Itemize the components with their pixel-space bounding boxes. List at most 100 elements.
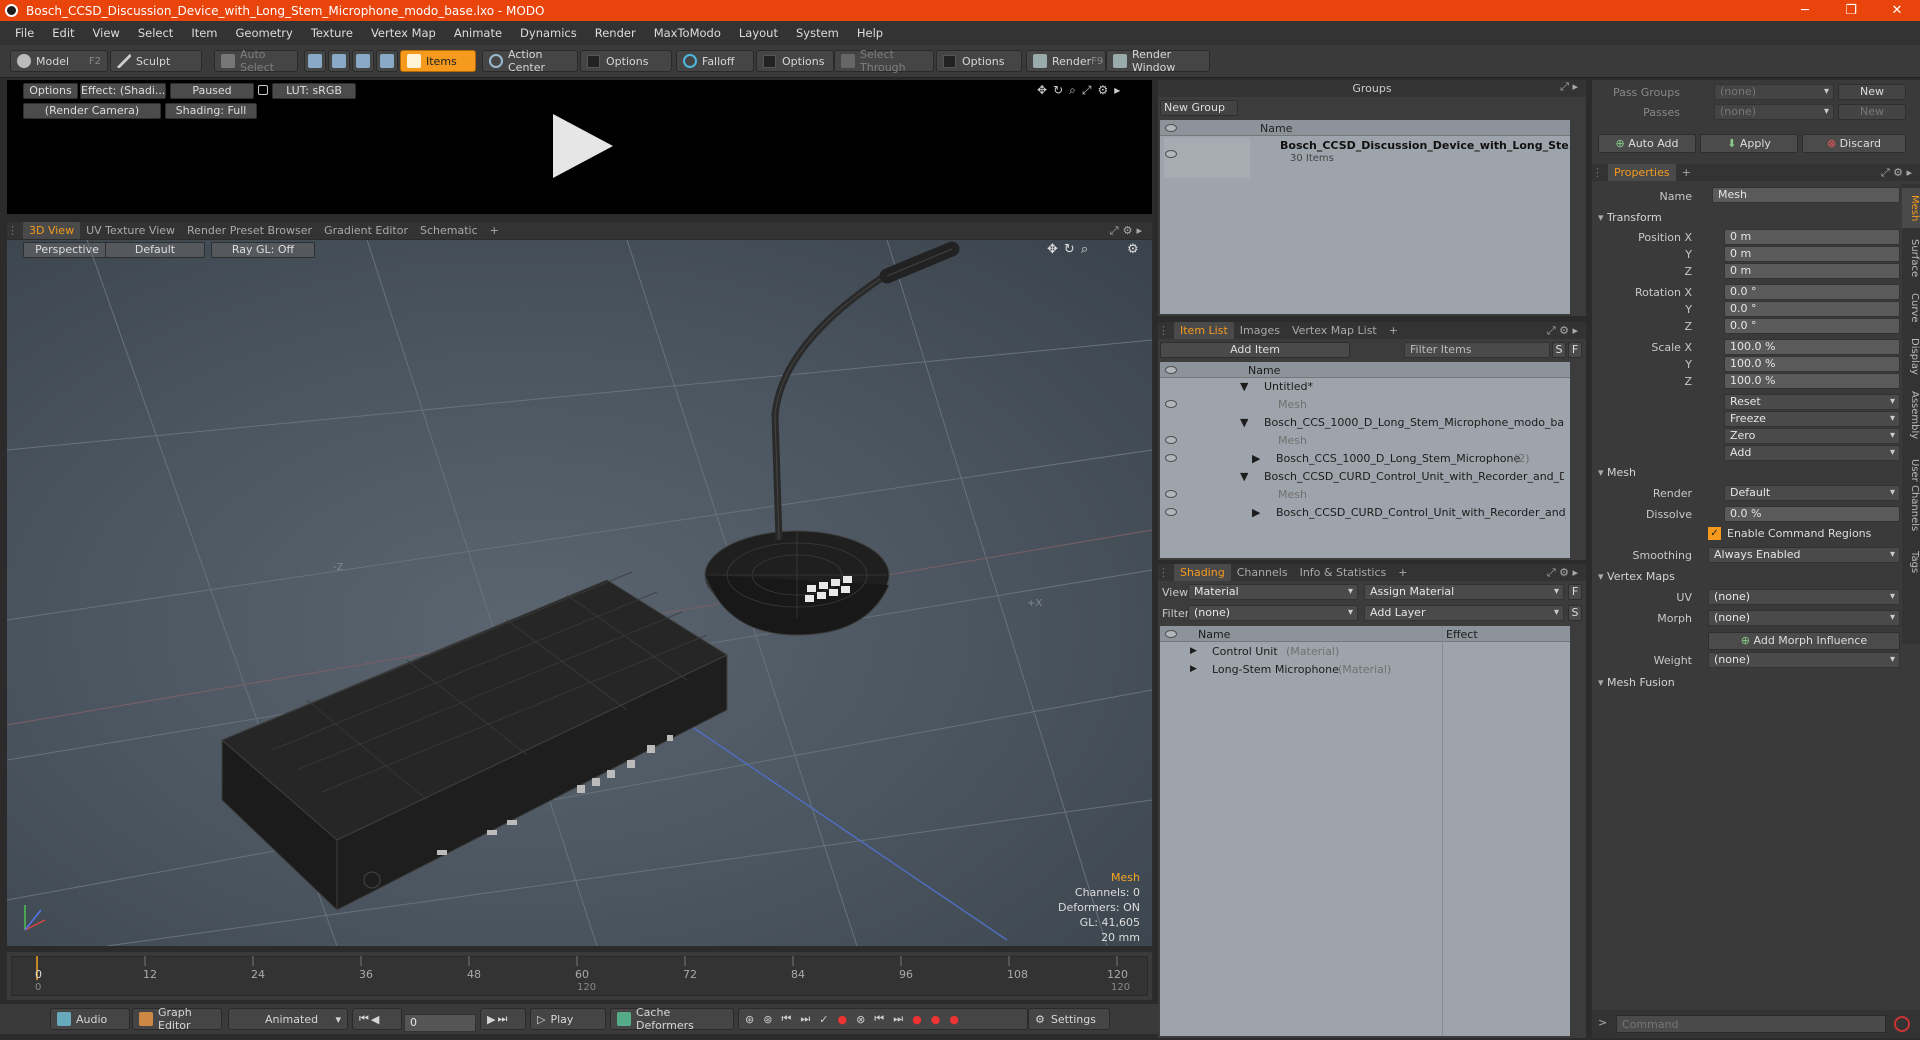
enable-command-regions[interactable]: ✓ Enable Command Regions — [1708, 527, 1871, 540]
play-render-icon[interactable] — [547, 110, 617, 182]
render-button[interactable]: Render F9 — [1026, 50, 1106, 72]
smoothing-dropdown[interactable]: Always Enabled — [1708, 547, 1900, 563]
properties-add-tab-icon[interactable]: + — [1676, 164, 1697, 181]
zoom-view-icon[interactable]: ⌕ — [1069, 83, 1082, 97]
position-z-input[interactable]: 0 m — [1724, 263, 1900, 279]
key-tool-icon-10[interactable]: ● — [931, 1013, 950, 1026]
name-input[interactable]: Mesh — [1712, 187, 1900, 203]
weight-dropdown[interactable]: (none) — [1708, 652, 1900, 668]
viewport-arrow-icon[interactable]: ▸ — [1136, 224, 1146, 237]
tree-expand-arrow-icon[interactable]: ▼ — [1240, 416, 1248, 429]
tree-collapse-arrow-icon[interactable]: ▶ — [1252, 506, 1260, 519]
item-row-mesh[interactable]: Mesh — [1278, 434, 1307, 447]
menu-dynamics[interactable]: Dynamics — [511, 26, 586, 40]
settings-button[interactable]: ⚙ Settings — [1028, 1008, 1110, 1030]
action-center-button[interactable]: Action Center — [482, 48, 578, 74]
menu-render[interactable]: Render — [586, 26, 645, 40]
freeze-dropdown[interactable]: Freeze — [1724, 411, 1900, 427]
rotation-x-input[interactable]: 0.0 ° — [1724, 284, 1900, 300]
discard-button[interactable]: ⊗ Discard — [1802, 134, 1906, 153]
shading-drag-handle-icon[interactable]: ⋮ — [1158, 566, 1174, 579]
tab-properties[interactable]: Properties — [1608, 164, 1676, 181]
item-row-microphone[interactable]: Bosch_CCS_1000_D_Long_Stem_Microphone — [1276, 452, 1520, 465]
materials-mode-button[interactable] — [376, 50, 398, 72]
tab-3d-view[interactable]: 3D View — [23, 222, 81, 239]
render-window-button[interactable]: Render Window — [1106, 48, 1210, 74]
item-eye-icon[interactable] — [1165, 508, 1177, 516]
item-eye-icon[interactable] — [1165, 400, 1177, 408]
tree-collapse-arrow-icon[interactable]: ▶ — [1190, 664, 1197, 674]
item-list-drag-handle-icon[interactable]: ⋮ — [1158, 324, 1174, 337]
close-icon[interactable]: ✕ — [1874, 0, 1920, 21]
item-list-add-tab-icon[interactable]: + — [1383, 322, 1404, 339]
select-through-button[interactable]: Select Through — [834, 48, 934, 74]
viewport-gear-icon[interactable]: ⚙ — [1123, 224, 1137, 237]
material-control-unit[interactable]: Control Unit — [1212, 645, 1278, 658]
select-through-options-checkbox[interactable] — [943, 54, 956, 68]
step-forward-icon[interactable]: ▶ — [487, 1013, 497, 1026]
shader-tree[interactable]: Name Effect ▶ Control Unit (Material) ▶ … — [1160, 626, 1570, 1036]
auto-add-button[interactable]: ⊕ Auto Add — [1598, 134, 1696, 153]
visibility-eye-icon[interactable] — [1165, 124, 1177, 132]
menu-select[interactable]: Select — [129, 26, 182, 40]
new-pass-button[interactable]: New — [1838, 104, 1906, 120]
add-item-dropdown[interactable]: Add Item — [1160, 342, 1350, 358]
sculpt-mode-button[interactable]: Sculpt — [110, 50, 202, 72]
add-dropdown[interactable]: Add — [1724, 445, 1900, 461]
assign-material-dropdown[interactable]: Assign Material — [1364, 584, 1564, 600]
filter-f-button[interactable]: F — [1568, 342, 1582, 358]
new-group-button[interactable]: New Group — [1160, 100, 1238, 116]
timeline[interactable]: 0 12 24 36 48 60 72 84 96 108 120 0 120 … — [7, 952, 1152, 1000]
groups-maximize-icon[interactable]: ⤢ ▸ — [1560, 80, 1578, 94]
tab-gradient-editor[interactable]: Gradient Editor — [318, 222, 414, 239]
properties-drag-handle-icon[interactable]: ⋮ — [1592, 166, 1608, 179]
tab-shading[interactable]: Shading — [1174, 564, 1231, 581]
preview-effect-dropdown[interactable]: Effect: (Shadi... — [80, 83, 166, 99]
key-tool-icon-11[interactable]: ● — [949, 1013, 968, 1026]
item-list-name-column[interactable]: Name — [1248, 364, 1280, 377]
command-stop-icon[interactable] — [1894, 1016, 1910, 1032]
step-back-icon[interactable]: ◀ — [371, 1013, 381, 1026]
record-icon[interactable]: ● — [837, 1013, 856, 1026]
action-center-options-checkbox[interactable] — [587, 54, 600, 68]
item-eye-icon[interactable] — [1165, 490, 1177, 498]
tree-expand-arrow-icon[interactable]: ▼ — [1240, 470, 1248, 483]
auto-select-button[interactable]: Auto Select — [214, 48, 298, 74]
zero-dropdown[interactable]: Zero — [1724, 428, 1900, 444]
move-view-icon[interactable]: ✥ — [1037, 83, 1053, 97]
play-button[interactable]: ▷ Play — [530, 1008, 606, 1030]
tab-channels[interactable]: Channels — [1231, 564, 1294, 581]
group-row-name[interactable]: Bosch_CCSD_Discussion_Device_with_Long_S… — [1280, 139, 1570, 152]
dissolve-input[interactable]: 0.0 % — [1724, 506, 1900, 522]
tab-render-preset-browser[interactable]: Render Preset Browser — [181, 222, 318, 239]
filter-s-button[interactable]: S — [1552, 342, 1566, 358]
drag-handle-icon[interactable]: ⋮ — [7, 224, 23, 237]
side-tab-display[interactable]: Display — [1902, 332, 1920, 380]
tab-info-statistics[interactable]: Info & Statistics — [1294, 564, 1393, 581]
key-tool-icon-3[interactable]: ⏮ — [781, 1012, 800, 1026]
menu-vertex-map[interactable]: Vertex Map — [362, 26, 445, 40]
key-tool-icon-2[interactable]: ⊛ — [763, 1013, 781, 1026]
shading-filter-dropdown[interactable]: (none) — [1188, 605, 1358, 621]
checkbox-checked-icon[interactable]: ✓ — [1708, 527, 1721, 540]
menu-edit[interactable]: Edit — [43, 26, 83, 40]
menu-texture[interactable]: Texture — [302, 26, 362, 40]
falloff-options[interactable]: Options — [756, 50, 834, 72]
shading-controls-icon[interactable]: ⤢ ⚙ ▸ — [1547, 566, 1578, 580]
uv-dropdown[interactable]: (none) — [1708, 589, 1900, 605]
animated-dropdown[interactable]: Animated ▾ — [228, 1008, 348, 1030]
preview-options-button[interactable]: Options — [23, 83, 78, 99]
menu-item[interactable]: Item — [182, 26, 226, 40]
material-long-stem-microphone[interactable]: Long-Stem Microphone — [1212, 663, 1339, 676]
mesh-section[interactable]: Mesh — [1598, 466, 1636, 479]
model-mode-button[interactable]: Model F2 — [10, 50, 108, 72]
3d-viewport[interactable]: Perspective Default Ray GL: Off ✥↻⌕ ⚙ -Z… — [7, 240, 1152, 946]
polygons-mode-button[interactable] — [352, 50, 374, 72]
reset-dropdown[interactable]: Reset — [1724, 394, 1900, 410]
morph-dropdown[interactable]: (none) — [1708, 610, 1900, 626]
item-row-mesh[interactable]: Mesh — [1278, 398, 1307, 411]
mesh-fusion-section[interactable]: Mesh Fusion — [1598, 676, 1675, 689]
tree-collapse-arrow-icon[interactable]: ▶ — [1252, 452, 1260, 465]
key-tool-icon-8[interactable]: ⏭ — [893, 1012, 912, 1026]
menu-help[interactable]: Help — [848, 26, 892, 40]
